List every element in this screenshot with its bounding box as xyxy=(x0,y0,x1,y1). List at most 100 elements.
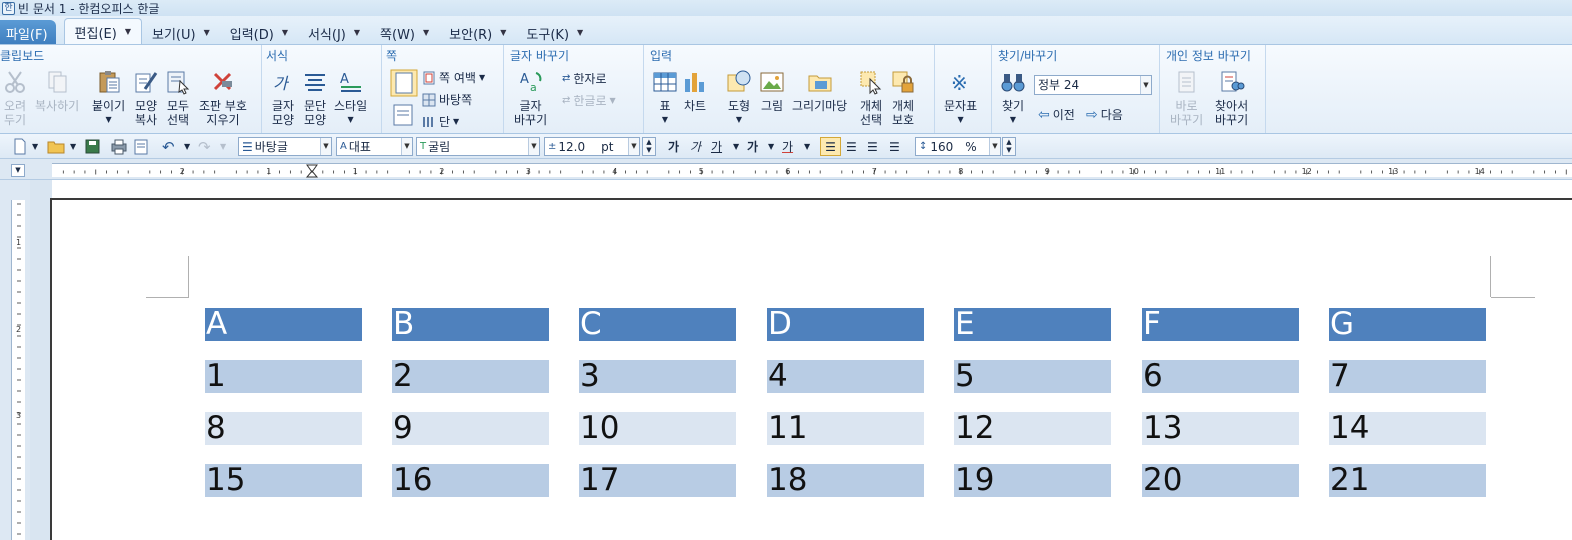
remove-compose-code-button[interactable]: 조판 부호 지우기 xyxy=(199,69,247,127)
menu-tools[interactable]: 도구(K) ▼ xyxy=(516,20,593,44)
find-prev-button[interactable]: ⇦ 이전 xyxy=(1038,106,1075,123)
spin-up-icon[interactable]: ▲ xyxy=(646,138,651,146)
table-cell[interactable]: 15 xyxy=(205,464,362,497)
chevron-down-icon[interactable]: ▼ xyxy=(1010,113,1016,127)
style-button[interactable]: A 스타일 ▼ xyxy=(334,69,367,127)
table-cell[interactable]: 9 xyxy=(392,412,549,445)
spin-down-icon[interactable]: ▼ xyxy=(1006,146,1011,154)
table-cell[interactable]: 19 xyxy=(954,464,1111,497)
to-hanja-button[interactable]: ⇄ 한자로 xyxy=(562,70,607,87)
spin-down-icon[interactable]: ▼ xyxy=(646,146,651,154)
menu-file[interactable]: 파일(F) xyxy=(0,20,56,44)
table-cell[interactable]: 8 xyxy=(205,412,362,445)
columns-button[interactable]: 단 ▼ xyxy=(422,113,459,130)
table-header-cell[interactable]: G xyxy=(1329,308,1486,341)
chevron-down-icon[interactable]: ▼ xyxy=(479,73,485,82)
chevron-down-icon[interactable]: ▼ xyxy=(500,28,506,37)
table-cell[interactable]: 13 xyxy=(1142,412,1299,445)
paste-button[interactable]: 붙이기 ▼ xyxy=(92,69,125,127)
table-cell[interactable]: 7 xyxy=(1329,360,1486,393)
redo-icon[interactable]: ↷ xyxy=(198,137,211,156)
direct-replace-button[interactable]: 바로 바꾸기 xyxy=(1170,69,1203,127)
find-search-combo[interactable]: 정부 24 ▼ xyxy=(1034,75,1152,95)
save-icon[interactable] xyxy=(84,137,100,156)
picture-button[interactable]: 그림 xyxy=(759,69,785,113)
chevron-down-icon[interactable]: ▼ xyxy=(628,138,639,155)
open-folder-icon[interactable] xyxy=(46,137,66,156)
font-size-combo[interactable]: ± 12.0 pt ▼ xyxy=(544,137,640,156)
indent-marker-icon[interactable] xyxy=(305,164,319,178)
chevron-down-icon[interactable]: ▼ xyxy=(577,28,583,37)
table-cell[interactable]: 10 xyxy=(579,412,736,445)
object-protect-button[interactable]: 개체 보호 xyxy=(890,69,916,127)
italic-button[interactable]: 가 xyxy=(690,137,701,156)
table-cell[interactable]: 11 xyxy=(767,412,924,445)
style-combo[interactable]: ☰ 바탕글 ▼ xyxy=(238,137,332,156)
chevron-down-icon[interactable]: ▼ xyxy=(32,137,38,156)
page-margin-button[interactable]: 쪽 여백 ▼ xyxy=(422,69,485,86)
table-cell[interactable]: 3 xyxy=(579,360,736,393)
spin-up-icon[interactable]: ▲ xyxy=(1006,138,1011,146)
table-cell[interactable]: 17 xyxy=(579,464,736,497)
chevron-down-icon[interactable]: ▼ xyxy=(220,137,226,156)
char-convert-button[interactable]: Aa 글자 바꾸기 xyxy=(514,69,547,127)
menu-page[interactable]: 쪽(W) ▼ xyxy=(370,20,439,44)
table-button[interactable]: 표 ▼ xyxy=(652,69,678,127)
table-cell[interactable]: 16 xyxy=(392,464,549,497)
chevron-down-icon[interactable]: ▼ xyxy=(354,28,360,37)
table-header-cell[interactable]: C xyxy=(579,308,736,341)
table-cell[interactable]: 5 xyxy=(954,360,1111,393)
new-document-icon[interactable] xyxy=(12,137,28,156)
table-header-cell[interactable]: D xyxy=(767,308,924,341)
table-cell[interactable]: 14 xyxy=(1329,412,1486,445)
find-button[interactable]: 찾기 ▼ xyxy=(1000,69,1026,127)
chevron-down-icon[interactable]: ▼ xyxy=(610,96,616,105)
table-header-cell[interactable]: F xyxy=(1142,308,1299,341)
page-setup-icon[interactable] xyxy=(390,69,418,97)
table-header-cell[interactable]: A xyxy=(205,308,362,341)
font-size-spinner[interactable]: ▲ ▼ xyxy=(642,137,656,156)
menu-view[interactable]: 보기(U) ▼ xyxy=(142,20,220,44)
print-icon[interactable] xyxy=(110,137,128,156)
background-page-button[interactable]: 바탕쪽 xyxy=(422,91,472,108)
table-cell[interactable]: 6 xyxy=(1142,360,1299,393)
object-select-button[interactable]: 개체 선택 xyxy=(858,69,884,127)
find-next-button[interactable]: ⇨ 다음 xyxy=(1086,106,1123,123)
align-right-icon[interactable]: ☰ xyxy=(889,137,900,156)
table-cell[interactable]: 12 xyxy=(954,412,1111,445)
chevron-down-icon[interactable]: ▼ xyxy=(804,137,810,156)
align-center-icon[interactable]: ☰ xyxy=(867,137,878,156)
menu-edit[interactable]: 편집(E) ▼ xyxy=(63,18,142,44)
chevron-down-icon[interactable]: ▼ xyxy=(733,137,739,156)
chevron-down-icon[interactable]: ▼ xyxy=(662,113,668,127)
char-map-button[interactable]: ※ 문자표 ▼ xyxy=(944,69,977,127)
to-hangul-button[interactable]: ⇄ 한글로 ▼ xyxy=(562,92,616,109)
undo-icon[interactable]: ↶ xyxy=(162,137,175,156)
select-all-button[interactable]: 모두 선택 xyxy=(165,69,191,127)
chevron-down-icon[interactable]: ▼ xyxy=(1140,76,1151,94)
table-cell[interactable]: 1 xyxy=(205,360,362,393)
chevron-down-icon[interactable]: ▼ xyxy=(768,137,774,156)
find-replace-privacy-button[interactable]: 찾아서 바꾸기 xyxy=(1215,69,1248,127)
chevron-down-icon[interactable]: ▼ xyxy=(736,113,742,127)
align-justify-icon[interactable]: ☰ xyxy=(820,137,841,156)
table-cell[interactable]: 2 xyxy=(392,360,549,393)
chevron-down-icon[interactable]: ▼ xyxy=(184,137,190,156)
chevron-down-icon[interactable]: ▼ xyxy=(105,113,111,127)
vertical-ruler[interactable]: 1 2 3 xyxy=(0,180,30,540)
table-cell[interactable]: 20 xyxy=(1142,464,1299,497)
chevron-down-icon[interactable]: ▼ xyxy=(70,137,76,156)
print-preview-icon[interactable] xyxy=(132,137,150,156)
chevron-down-icon[interactable]: ▼ xyxy=(957,113,963,127)
cut-button[interactable]: 오려 두기 xyxy=(2,69,28,127)
horizontal-ruler[interactable]: ▼ 2 1 1 2 3 4 5 6 7 8 9 10 11 12 13 14 xyxy=(0,159,1572,180)
underline-button[interactable]: 가 xyxy=(711,137,722,156)
menu-format[interactable]: 서식(J) ▼ xyxy=(298,20,370,44)
chevron-down-icon[interactable]: ▼ xyxy=(125,27,131,36)
table-header-cell[interactable]: B xyxy=(392,308,549,341)
chevron-down-icon[interactable]: ▼ xyxy=(347,113,353,127)
table-header-cell[interactable]: E xyxy=(954,308,1111,341)
line-spacing-combo[interactable]: ↕ 160 % ▼ xyxy=(915,137,1001,156)
table-cell[interactable]: 21 xyxy=(1329,464,1486,497)
char-outline-button[interactable]: 가 xyxy=(747,137,758,156)
